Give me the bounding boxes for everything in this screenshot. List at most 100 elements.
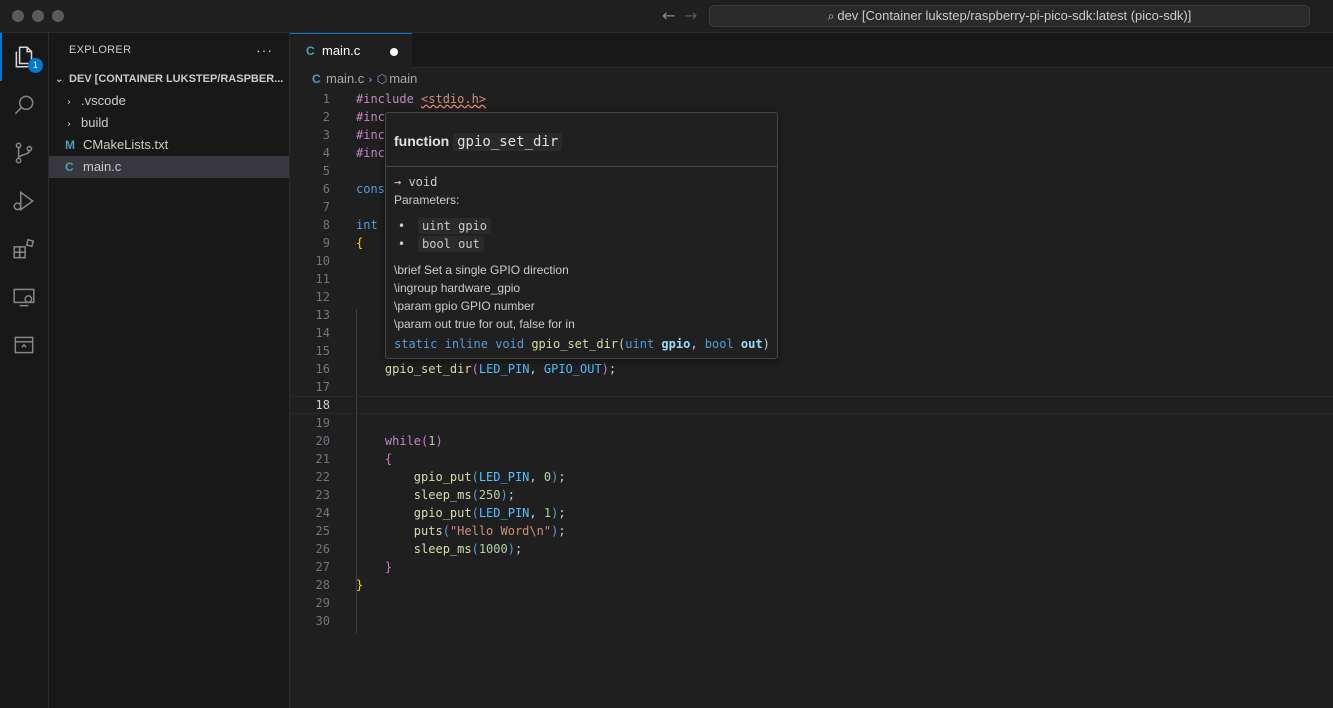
- tree-item-vscode[interactable]: › .vscode: [49, 90, 289, 112]
- chevron-right-icon: ›: [368, 73, 373, 86]
- chevron-right-icon: ›: [67, 97, 71, 108]
- cmake-file-icon: M: [65, 138, 75, 152]
- code-token: GPIO_OUT: [543, 362, 602, 376]
- code-token: sleep_ms: [413, 542, 472, 556]
- code-line: puts("Hello Word\n");: [413, 524, 566, 538]
- line-number-row: 30: [290, 612, 1333, 630]
- sidebar-title: EXPLORER: [69, 44, 132, 56]
- more-actions-icon[interactable]: ···: [256, 33, 273, 68]
- line-number: 7: [322, 200, 330, 214]
- code-line: }: [356, 578, 364, 592]
- code-token: LED_PIN: [478, 506, 530, 520]
- chevron-right-icon: ›: [67, 119, 71, 130]
- code-token: gpio_put: [413, 506, 472, 520]
- tree-item-build[interactable]: › build: [49, 112, 289, 134]
- code-token: puts: [413, 524, 443, 538]
- symbol-method-icon: ⬡: [376, 72, 388, 86]
- minimize-window-button[interactable]: [32, 10, 44, 22]
- code-token: LED_PIN: [478, 470, 530, 484]
- line-number: 12: [315, 290, 330, 304]
- hover-tooltip[interactable]: function gpio_set_dir → void Parameters:…: [385, 112, 778, 359]
- line-number: 29: [315, 596, 330, 610]
- search-icon[interactable]: [0, 81, 48, 129]
- workspace-label: DEV [CONTAINER LUKSTEP/RASPBER...: [69, 73, 284, 85]
- line-number: 19: [315, 416, 330, 430]
- explorer-icon[interactable]: 1: [0, 33, 48, 81]
- forward-arrow-icon[interactable]: →: [684, 6, 697, 25]
- code-token: LED_PIN: [478, 362, 530, 376]
- code-token: {: [356, 236, 364, 250]
- code-token: cons: [356, 182, 385, 196]
- line-number: 13: [315, 308, 330, 322]
- code-token: 1000: [478, 542, 508, 556]
- code-token: 1: [428, 434, 436, 448]
- hover-function-name: gpio_set_dir: [453, 133, 563, 151]
- code-token: #inc: [356, 110, 385, 124]
- doc-line: \param gpio GPIO number: [394, 299, 535, 313]
- param-item: • uint gpio: [394, 217, 769, 235]
- hover-return-type: → void: [394, 175, 438, 189]
- param-item: • bool out: [394, 235, 769, 253]
- line-number: 11: [315, 272, 330, 286]
- maximize-window-button[interactable]: [52, 10, 64, 22]
- line-number-row: 17: [290, 378, 1333, 396]
- code-line: gpio_put(LED_PIN, 1);: [413, 506, 566, 520]
- code-line: gpio_put(LED_PIN, 0);: [413, 470, 566, 484]
- command-center-label: dev [Container lukstep/raspberry-pi-pico…: [837, 8, 1192, 23]
- hover-kind: function: [394, 133, 450, 149]
- hover-params-title: Parameters:: [394, 193, 460, 207]
- source-control-icon[interactable]: [0, 129, 48, 177]
- code-token: #inc: [356, 146, 385, 160]
- line-number: 5: [322, 164, 330, 178]
- breadcrumb: Cmain.c › ⬡ main: [290, 68, 1333, 90]
- code-token: 250: [478, 488, 501, 502]
- code-token: while: [384, 434, 422, 448]
- line-number: 17: [315, 380, 330, 394]
- activity-bar: 1: [0, 33, 49, 708]
- c-file-icon: C: [65, 160, 74, 174]
- remote-explorer-icon[interactable]: [0, 273, 48, 321]
- hover-doc: \brief Set a single GPIO direction \ingr…: [394, 261, 769, 333]
- code-line: sleep_ms(250);: [413, 488, 515, 502]
- hover-signature: static inline void gpio_set_dir(uint gpi…: [394, 337, 770, 351]
- explorer-sidebar: EXPLORER ··· ⌄ DEV [CONTAINER LUKSTEP/RAS…: [49, 33, 290, 708]
- line-number-row: 19: [290, 414, 1333, 432]
- extensions-icon[interactable]: [0, 225, 48, 273]
- containers-icon[interactable]: [0, 321, 48, 369]
- breadcrumb-file[interactable]: main.c: [326, 71, 364, 86]
- tree-item-main-c[interactable]: Cmain.c: [49, 156, 289, 178]
- code-line: {: [384, 452, 393, 466]
- run-debug-icon[interactable]: [0, 177, 48, 225]
- line-number: 30: [315, 614, 330, 628]
- back-arrow-icon[interactable]: ←: [662, 6, 675, 25]
- command-center-search[interactable]: ⌕ dev [Container lukstep/raspberry-pi-pic…: [709, 5, 1310, 27]
- code-token: 0: [543, 470, 552, 484]
- param-text: uint gpio: [418, 218, 492, 234]
- current-line: [290, 396, 1333, 414]
- code-token: gpio_set_dir: [384, 362, 472, 376]
- line-number: 10: [315, 254, 330, 268]
- param-list: • uint gpio • bool out: [394, 217, 769, 253]
- doc-line: \param out true for out, false for in: [394, 317, 575, 331]
- line-number-row: 29: [290, 594, 1333, 612]
- code-token: <stdio.h>: [421, 92, 487, 106]
- tree-item-cmakelists[interactable]: M CMakeLists.txt: [49, 134, 289, 156]
- line-number: 14: [315, 326, 330, 340]
- c-file-icon: C: [306, 44, 315, 58]
- tab-bar: Cmain.c: [290, 33, 1333, 68]
- code-token: sleep_ms: [413, 488, 472, 502]
- c-file-icon: C: [312, 72, 321, 86]
- code-token: #include: [356, 92, 414, 106]
- title-bar: ← → ⌕ dev [Container lukstep/raspberry-pi…: [0, 0, 1333, 33]
- explorer-badge: 1: [28, 58, 43, 73]
- tab-label: main.c: [322, 43, 361, 58]
- tree-item-label: main.c: [83, 159, 122, 174]
- code-line: }: [384, 560, 393, 574]
- close-window-button[interactable]: [12, 10, 24, 22]
- doc-line: \brief Set a single GPIO direction: [394, 263, 569, 277]
- workspace-folder[interactable]: ⌄ DEV [CONTAINER LUKSTEP/RASPBER...: [49, 68, 289, 90]
- code-line: gpio_set_dir(LED_PIN, GPIO_OUT);: [384, 362, 617, 376]
- breadcrumb-symbol[interactable]: main: [389, 71, 417, 86]
- tab-main-c[interactable]: Cmain.c: [290, 33, 412, 68]
- unsaved-dot-icon[interactable]: [390, 48, 398, 56]
